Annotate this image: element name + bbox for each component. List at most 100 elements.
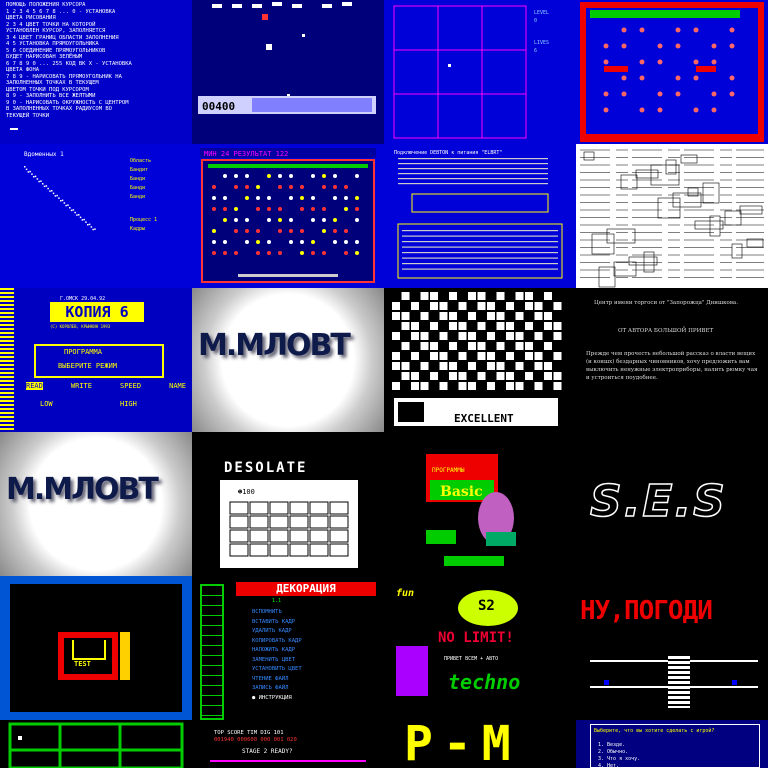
brick <box>300 240 304 244</box>
tile-help[interactable]: ПОМОЩЬ ПОЛОЖЕНИЯ КУРСОРА 1 2 3 4 5 6 7 8… <box>0 0 192 144</box>
tile-plot[interactable]: Bдоменных 1 Область Бандит Банди Банди Банди… <box>0 144 192 288</box>
tile-breakout[interactable]: МИН 24 РЕЗУЛЬТАТ 122 <box>192 144 384 288</box>
brick <box>245 218 249 222</box>
dek-menu-item[interactable]: КОПИРОВАТЬ КАДР <box>252 637 302 647</box>
maze-block <box>449 312 457 320</box>
tile-logo-2[interactable]: M.MЛOBT <box>0 432 192 576</box>
tile-test[interactable]: TEST <box>0 576 192 720</box>
maze-block <box>525 292 533 300</box>
tile-grid-red[interactable]: LEVEL 0 LIVES 6 <box>384 0 576 144</box>
opt-speed[interactable]: SPEED <box>120 382 141 390</box>
maze-block <box>420 382 429 390</box>
maze-block <box>553 352 562 360</box>
tile-desolate[interactable]: DESOLATE ☻100 <box>192 432 384 576</box>
maze-block <box>477 342 486 350</box>
maze-block <box>515 332 524 340</box>
brick <box>234 251 238 255</box>
dek-menu-item[interactable]: ЧТЕНИЕ ФАЙЛ <box>252 675 302 685</box>
opt-read[interactable]: READ <box>26 382 43 390</box>
maze-block <box>525 302 533 310</box>
brick <box>355 196 359 200</box>
stage-floor <box>210 760 366 762</box>
dek-menu-item[interactable]: ВСПОМНИТЬ <box>252 608 302 618</box>
dek-menu-item[interactable]: ЗАПИСЬ ФАЙЛ <box>252 684 302 694</box>
dek-menu-item[interactable]: ЗАМЕНИТЬ ЦВЕТ <box>252 656 302 666</box>
test-label: TEST <box>74 660 91 668</box>
tile-green-grid[interactable] <box>0 720 192 768</box>
stage-label: STAGE 2 READY? <box>242 748 293 755</box>
plot-point <box>70 209 73 212</box>
tile-pm[interactable]: P-M <box>384 720 576 768</box>
maze-dot <box>711 59 717 65</box>
maze-dot <box>711 43 717 49</box>
maze-dot <box>729 43 735 49</box>
speed-low[interactable]: LOW <box>40 400 53 408</box>
tile-schematic[interactable] <box>576 144 768 288</box>
brick <box>289 229 293 233</box>
maze-block <box>515 382 524 390</box>
maze-dot <box>639 27 645 33</box>
plot-label: Область <box>130 157 151 164</box>
dek-menu-item[interactable]: УДАЛИТЬ КАДР <box>252 627 302 637</box>
brick <box>322 185 326 189</box>
maze-block <box>439 382 448 390</box>
opt-write[interactable]: WRITE <box>71 382 92 390</box>
maze-dot <box>657 107 663 113</box>
brick <box>245 185 249 189</box>
tile-basic[interactable]: Basic ПРОГРАММЫ <box>384 432 576 576</box>
schematic-part <box>731 243 743 259</box>
stage-hud: TOP SCORE TIM DIG 101 <box>214 730 284 736</box>
fun-logo: fun <box>396 588 415 599</box>
dek-menu-item[interactable]: УСТАНОВИТЬ ЦВЕТ <box>252 665 302 675</box>
logo-text: M.MЛOBT <box>198 328 351 363</box>
tile-story[interactable]: Центр имени торгоси от "Запорожца" Днишк… <box>576 288 768 432</box>
maze-block <box>496 322 505 330</box>
opt-name[interactable]: NAME <box>169 382 186 390</box>
doc-line <box>398 183 548 185</box>
brick <box>344 229 348 233</box>
brick <box>256 251 260 255</box>
tile-doc[interactable]: Подключение DEBTON к питания "ELBRT" <box>384 144 576 288</box>
tile-ses[interactable]: S.E.S <box>576 432 768 576</box>
maze-block <box>515 342 524 350</box>
plot-point <box>69 207 71 209</box>
tile-maze-white[interactable]: EXCELLENT <box>384 288 576 432</box>
maze-block <box>458 302 467 310</box>
tile-maze-red[interactable] <box>576 0 768 144</box>
maze-block <box>468 342 476 350</box>
maze-block <box>477 322 486 330</box>
tile-nolimit[interactable]: fun S2 NO LIMIT! ПРИВЕТ ВСЕМ + АВТО tech… <box>384 576 576 720</box>
maze-block <box>506 332 514 340</box>
brick <box>234 207 238 211</box>
dek-menu-item[interactable]: ВСТАВИТЬ КАДР <box>252 618 302 628</box>
plot-point <box>47 187 49 190</box>
tile-kopiya[interactable]: Г.ОМСК 29.04.92 КОПИЯ 6 (C) КОРОЛЕВ, КРЫ… <box>0 288 192 432</box>
tile-logo-1[interactable]: M.MЛOBT <box>192 288 384 432</box>
maze-dot <box>657 91 663 97</box>
brick <box>300 251 304 255</box>
doc-line <box>402 235 558 237</box>
kopiya-title: КОПИЯ 6 <box>50 302 144 322</box>
brick <box>256 196 260 200</box>
tile-nupogodi[interactable]: НУ,ПОГОДИ <box>576 576 768 720</box>
schematic-part <box>583 151 595 161</box>
brick <box>355 174 359 178</box>
dek-menu-item[interactable]: НАЛОЖИТЬ КАДР <box>252 646 302 656</box>
brick <box>267 207 271 211</box>
maze-block <box>449 362 457 370</box>
tile-quiz[interactable]: Выберите, что вы хотите сделать с игрой?… <box>576 720 768 768</box>
plot-point <box>85 221 87 223</box>
dek-menu-item[interactable]: ● ИНСТРУКЦИЯ <box>252 694 302 704</box>
maze-block <box>449 322 457 330</box>
speed-high[interactable]: HIGH <box>120 400 137 408</box>
tile-stage[interactable]: TOP SCORE TIM DIG 101 001940 000600 000 … <box>192 720 384 768</box>
brick <box>234 218 238 222</box>
tile-invaders[interactable]: 00400 <box>192 0 384 144</box>
svg-text:☻100: ☻100 <box>238 488 255 496</box>
plot-point <box>65 204 67 207</box>
plot-point <box>87 224 89 226</box>
maze-block <box>411 352 419 360</box>
maze-block <box>392 312 400 320</box>
story-body: Прежде чем прочесть небольшой рассказ о … <box>586 351 758 381</box>
tile-dekoration[interactable]: ДЕКОРАЦИЯ 1.1 ВСПОМНИТЬ ВСТАВИТЬ КАДР УДАЛ… <box>192 576 384 720</box>
